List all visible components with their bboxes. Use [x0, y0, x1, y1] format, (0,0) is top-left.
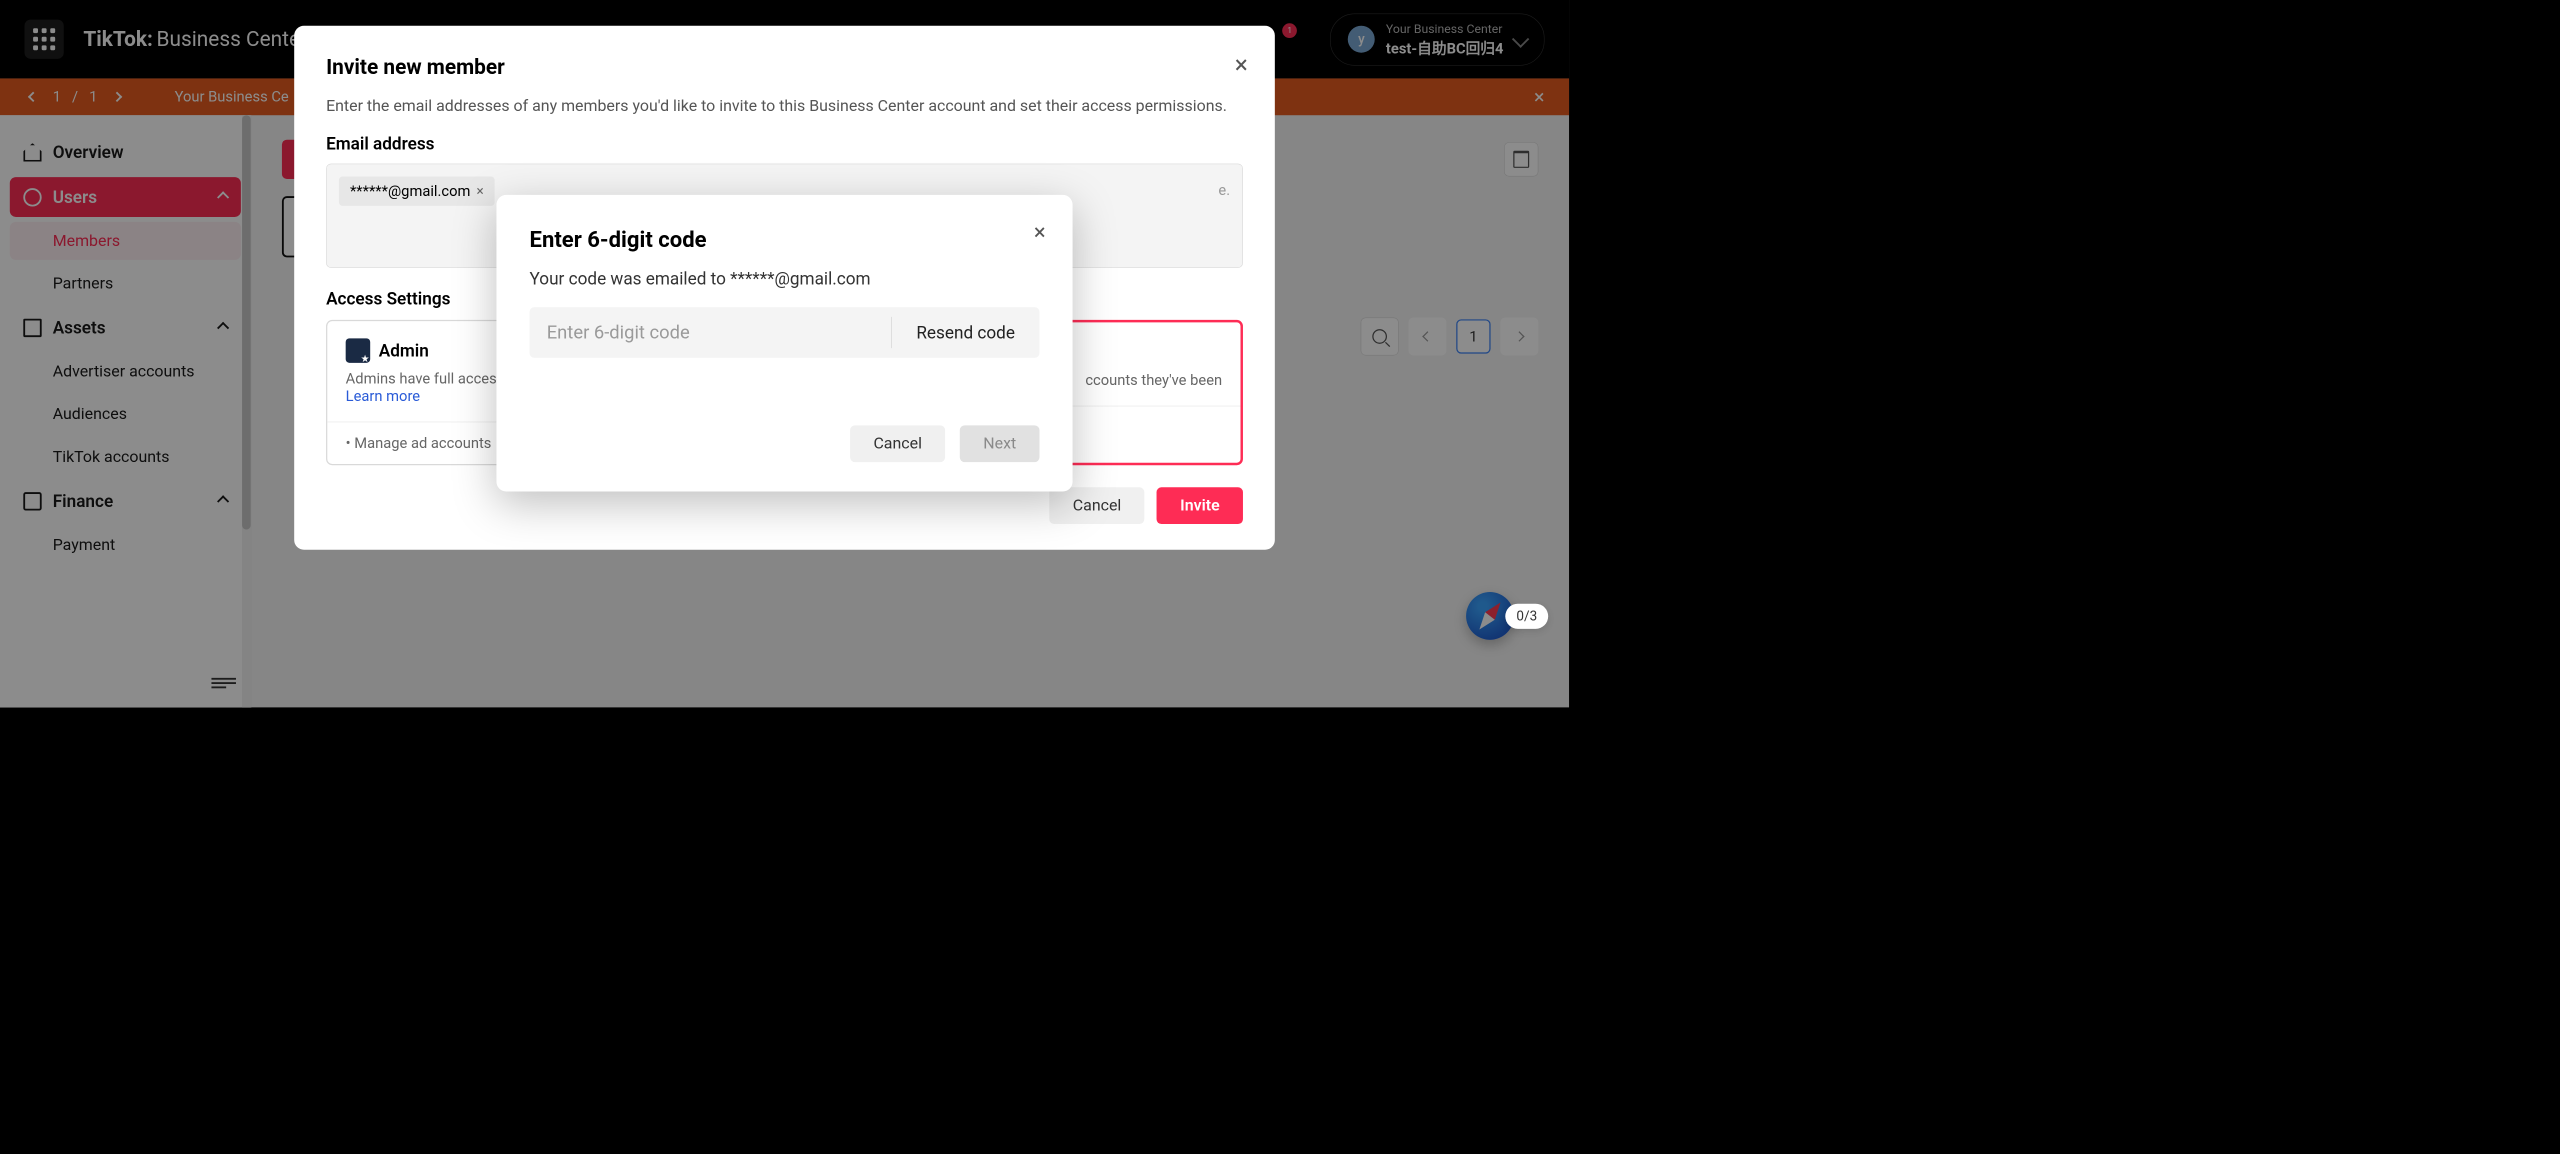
code-modal-message: Your code was emailed to ******@gmail.co… [530, 268, 1040, 288]
onboarding-progress: 0/3 [1505, 603, 1548, 628]
verification-code-modal: Enter 6-digit code × Your code was email… [496, 195, 1072, 492]
close-button[interactable]: × [1034, 219, 1046, 245]
code-input[interactable] [530, 307, 892, 358]
next-button[interactable]: Next [960, 425, 1040, 462]
cancel-button[interactable]: Cancel [850, 425, 945, 462]
resend-code-button[interactable]: Resend code [892, 307, 1040, 358]
code-modal-title: Enter 6-digit code [530, 227, 1040, 253]
code-input-row: Resend code [530, 307, 1040, 358]
